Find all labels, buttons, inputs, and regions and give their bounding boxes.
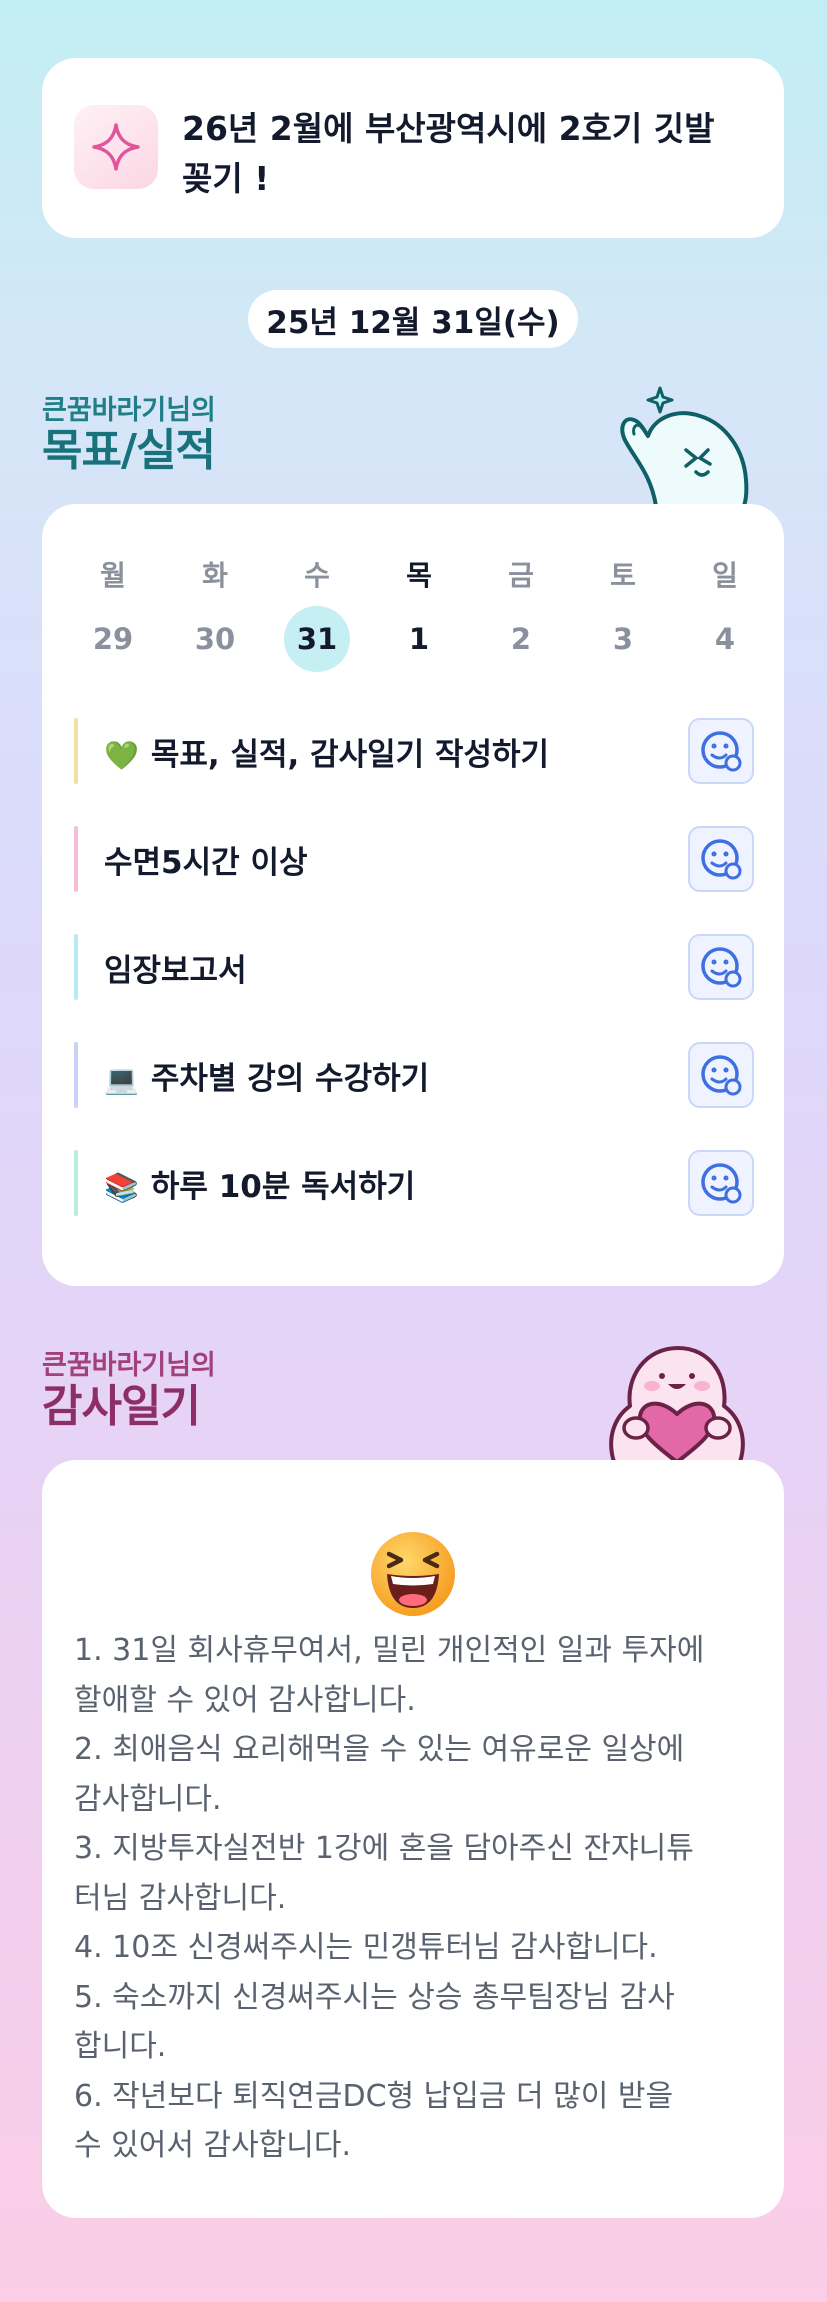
emotion-button[interactable] — [688, 1042, 754, 1108]
gratitude-diary-card: 1. 31일 회사휴무여서, 밀린 개인적인 일과 투자에 할애할 수 있어 감… — [42, 1460, 784, 2218]
emotion-button[interactable] — [688, 718, 754, 784]
task-label: 💚 목표, 실적, 감사일기 작성하기 — [104, 737, 550, 773]
weekday-label: 금 — [508, 559, 534, 592]
task-item: 수면5시간 이상 — [74, 822, 754, 896]
smile-emotion-icon — [701, 839, 742, 880]
emotion-button[interactable] — [688, 826, 754, 892]
goal-banner: 26년 2월에 부산광역시에 2호기 깃발꽂기 ! — [42, 58, 784, 238]
weekday-label: 수 — [304, 559, 330, 592]
calendar-day[interactable]: 29 — [80, 606, 146, 672]
gratitude-diary-text: 1. 31일 회사휴무여서, 밀린 개인적인 일과 투자에 할애할 수 있어 감… — [74, 1626, 764, 2171]
diary-section-title: 감사일기 — [42, 1381, 201, 1432]
task-color-bar — [74, 1042, 78, 1108]
emotion-button[interactable] — [688, 1150, 754, 1216]
task-color-bar — [74, 934, 78, 1000]
smile-emotion-icon — [701, 1163, 742, 1204]
weekday-label: 일 — [712, 559, 738, 592]
goals-section-title: 목표/실적 — [42, 425, 216, 476]
task-color-bar — [74, 1150, 78, 1216]
diary-line: 터님 감사합니다. — [74, 1880, 287, 1916]
diary-line: 5. 숙소까지 신경써주시는 상승 총무팀장님 감사 — [74, 1979, 675, 2015]
weekday-label: 월 — [100, 559, 126, 592]
goals-card: 월 화 수 목 금 토 일 29 30 31 1 2 3 4 💚 목표, 실적, … — [42, 504, 784, 1286]
calendar-day[interactable]: 1 — [386, 606, 452, 672]
waving-mascot-icon — [620, 386, 749, 506]
diary-line: 2. 최애음식 요리해먹을 수 있는 여유로운 일상에 — [74, 1732, 685, 1767]
calendar-day[interactable]: 4 — [692, 606, 758, 672]
task-item: 💚 목표, 실적, 감사일기 작성하기 — [74, 714, 754, 788]
date-selector[interactable]: 25년 12월 31일(수) — [248, 290, 578, 348]
calendar-day[interactable]: 2 — [488, 606, 554, 672]
task-color-bar — [74, 718, 78, 784]
task-item: 📚 하루 10분 독서하기 — [74, 1146, 754, 1220]
diary-line: 감사합니다. — [74, 1781, 222, 1817]
diary-line: 3. 지방투자실전반 1강에 혼을 담아주신 잔쟈니튜 — [74, 1831, 694, 1866]
smile-emotion-icon — [701, 731, 742, 772]
goal-text: 26년 2월에 부산광역시에 2호기 깃발꽂기 ! — [182, 109, 715, 198]
sparkle-icon — [74, 105, 158, 189]
diary-line: 6. 작년보다 퇴직연금DC형 납입금 더 많이 받을 — [74, 2078, 674, 2114]
task-label: 📚 하루 10분 독서하기 — [104, 1169, 416, 1205]
calendar-day[interactable]: 30 — [182, 606, 248, 672]
diary-line: 할애할 수 있어 감사합니다. — [74, 1682, 416, 1718]
weekday-label: 목 — [406, 559, 432, 592]
heart-icon: 💚 — [104, 739, 139, 772]
laughing-emoji-icon — [371, 1532, 455, 1616]
calendar-day-selected[interactable]: 31 — [284, 606, 350, 672]
task-label: 💻 주차별 강의 수강하기 — [104, 1061, 430, 1097]
emotion-button[interactable] — [688, 934, 754, 1000]
task-label: 임장보고서 — [104, 953, 247, 989]
books-icon: 📚 — [104, 1171, 139, 1204]
diary-line: 4. 10조 신경써주시는 민갱튜터님 감사합니다. — [74, 1930, 658, 1965]
calendar-day[interactable]: 3 — [590, 606, 656, 672]
diary-line: 1. 31일 회사휴무여서, 밀린 개인적인 일과 투자에 — [74, 1633, 705, 1668]
laptop-icon: 💻 — [104, 1063, 139, 1096]
task-item: 💻 주차별 강의 수강하기 — [74, 1038, 754, 1112]
smile-emotion-icon — [701, 947, 742, 988]
task-label: 수면5시간 이상 — [104, 845, 308, 881]
smile-emotion-icon — [701, 1055, 742, 1096]
diary-line: 수 있어서 감사합니다. — [74, 2128, 352, 2163]
diary-line: 합니다. — [74, 2029, 167, 2064]
task-color-bar — [74, 826, 78, 892]
task-item: 임장보고서 — [74, 930, 754, 1004]
weekday-label: 토 — [610, 559, 636, 592]
weekday-label: 화 — [202, 559, 228, 592]
heart-mascot-icon — [609, 1346, 745, 1462]
